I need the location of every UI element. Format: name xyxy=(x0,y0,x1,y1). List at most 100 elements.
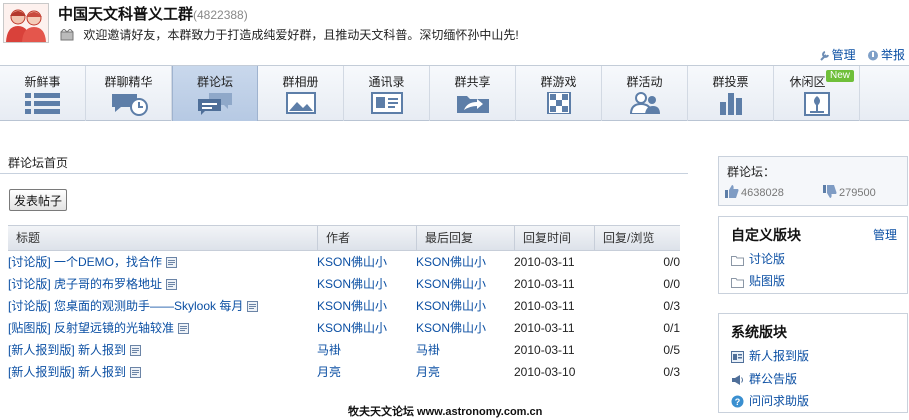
topic-reply-count: 0/3 xyxy=(663,299,680,313)
tab-game[interactable]: 群游戏 xyxy=(516,66,602,121)
like-count: 4638028 xyxy=(725,185,784,199)
forum-stats-box: 群论坛： 4638028 279500 xyxy=(718,156,908,206)
svg-text:?: ? xyxy=(735,397,741,407)
column-header-last-reply[interactable]: 最后回复 xyxy=(416,226,514,250)
tab-contacts[interactable]: 通讯录 xyxy=(344,66,430,121)
column-header-author[interactable]: 作者 xyxy=(317,226,416,250)
system-sections-title: 系统版块 xyxy=(731,324,787,340)
topic-doc-icon xyxy=(178,319,190,341)
tab-label: 群活动 xyxy=(626,75,663,89)
table-row: [新人报到版] 新人报到 月亮 月亮 2010-03-10 0/3 xyxy=(8,361,680,383)
system-section-help[interactable]: ? 问问求助版 xyxy=(731,392,809,409)
announcement: 欢迎邀请好友，本群致力于打造成纯爱好群，且推动天文科普。深切缅怀孙中山先! xyxy=(60,26,519,44)
column-header-reply-time[interactable]: 回复时间 xyxy=(514,226,594,250)
topic-reply-count: 0/5 xyxy=(663,343,680,357)
group-nav-tabs: 新鲜事 群聊精华 群论坛 群相册 通讯录 群共享 群游戏 群活动 群投票 休闲区… xyxy=(0,65,909,121)
tab-label: 新鲜事 xyxy=(24,75,61,89)
table-row: [新人报到版] 新人报到 马褂 马褂 2010-03-11 0/5 xyxy=(8,339,680,361)
topic-author-link[interactable]: 月亮 xyxy=(317,361,341,383)
manage-label: 管理 xyxy=(831,48,856,62)
report-link[interactable]: 举报 xyxy=(867,48,905,62)
manage-link[interactable]: 管理 xyxy=(819,48,859,62)
wrench-icon xyxy=(819,51,829,61)
thumbs-up-icon xyxy=(725,185,739,198)
new-post-button[interactable]: 发表帖子 xyxy=(9,189,68,211)
group-id: (4822388) xyxy=(193,8,248,22)
topic-title-link[interactable]: [讨论版] 一个DEMO，找合作 xyxy=(8,251,178,275)
group-avatar[interactable] xyxy=(3,3,49,43)
topic-reply-time: 2010-03-10 xyxy=(514,365,576,379)
topic-title-link[interactable]: [新人报到版] 新人报到 xyxy=(8,361,142,385)
announcement-text: 欢迎邀请好友，本群致力于打造成纯爱好群，且推动天文科普。深切缅怀孙中山先! xyxy=(83,28,519,42)
topic-title-link[interactable]: [讨论版] 您桌面的观测助手——Skylook 每月 xyxy=(8,295,259,319)
topic-title-link[interactable]: [贴图版] 反射望远镜的光轴较准 xyxy=(8,317,190,341)
activity-icon xyxy=(629,92,660,114)
topic-last-reply-link[interactable]: KSON佛山小 xyxy=(416,273,486,295)
group-header: 中国天文科普义工群(4822388) 欢迎邀请好友，本群致力于打造成纯爱好群，且… xyxy=(0,0,909,64)
topic-reply-count: 0/3 xyxy=(663,365,680,379)
topic-title-link[interactable]: [讨论版] 虎子哥的布罗格地址 xyxy=(8,273,178,297)
topic-author-link[interactable]: KSON佛山小 xyxy=(317,295,387,317)
topic-last-reply-link[interactable]: KSON佛山小 xyxy=(416,317,486,339)
vote-icon xyxy=(719,93,742,115)
report-icon xyxy=(867,50,878,61)
announcement-board-icon xyxy=(732,375,743,385)
topic-doc-icon xyxy=(166,275,178,297)
tab-label: 通讯录 xyxy=(368,75,405,89)
folder-icon xyxy=(731,278,744,288)
topic-author-link[interactable]: KSON佛山小 xyxy=(317,273,387,295)
announcement-icon xyxy=(60,28,74,44)
topic-author-link[interactable]: KSON佛山小 xyxy=(317,251,387,273)
tab-share[interactable]: 群共享 xyxy=(430,66,516,121)
topic-last-reply-link[interactable]: 月亮 xyxy=(416,361,440,383)
system-section-announcement[interactable]: 群公告版 xyxy=(731,370,797,387)
contacts-icon xyxy=(370,92,403,114)
tab-chat-highlight[interactable]: 群聊精华 xyxy=(86,66,172,121)
column-header-count[interactable]: 回复/浏览 xyxy=(594,226,680,250)
topic-reply-count: 0/0 xyxy=(663,255,680,269)
share-folder-icon xyxy=(456,96,489,113)
custom-section-discussion[interactable]: 讨论版 xyxy=(731,250,785,267)
new-badge: New xyxy=(825,70,854,82)
leisure-icon xyxy=(803,92,830,116)
newcomer-board-icon xyxy=(731,351,744,363)
tab-activity[interactable]: 群活动 xyxy=(602,66,688,121)
topic-reply-count: 0/0 xyxy=(663,277,680,291)
topic-doc-icon xyxy=(166,253,178,275)
report-label: 举报 xyxy=(880,48,905,62)
tab-forum[interactable]: 群论坛 xyxy=(172,66,258,121)
topic-last-reply-link[interactable]: 马褂 xyxy=(416,339,440,361)
system-section-newcomer[interactable]: 新人报到版 xyxy=(731,347,809,364)
tab-label: 群相册 xyxy=(282,75,319,89)
dislike-count: 279500 xyxy=(823,185,876,199)
topic-last-reply-link[interactable]: KSON佛山小 xyxy=(416,251,486,273)
folder-icon xyxy=(731,256,744,266)
custom-sections-manage-link[interactable]: 管理 xyxy=(873,226,897,243)
topic-reply-count: 0/1 xyxy=(663,321,680,335)
column-header-title[interactable]: 标题 xyxy=(16,226,40,250)
topic-last-reply-link[interactable]: KSON佛山小 xyxy=(416,295,486,317)
tab-label: 群聊精华 xyxy=(104,75,153,89)
news-feed-icon xyxy=(24,93,60,114)
topic-reply-time: 2010-03-11 xyxy=(514,321,575,335)
tab-photo-album[interactable]: 群相册 xyxy=(258,66,344,121)
admin-links: 管理 举报 xyxy=(811,46,905,63)
topic-doc-icon xyxy=(247,297,259,319)
table-header: 标题 作者 最后回复 回复时间 回复/浏览 xyxy=(8,225,680,251)
table-row: [讨论版] 虎子哥的布罗格地址 KSON佛山小 KSON佛山小 2010-03-… xyxy=(8,273,680,295)
thumbs-down-icon xyxy=(823,185,837,198)
group-name: 中国天文科普义工群 xyxy=(58,6,194,23)
topic-reply-time: 2010-03-11 xyxy=(514,277,575,291)
topic-doc-icon xyxy=(130,341,142,363)
topic-author-link[interactable]: 马褂 xyxy=(317,339,341,361)
tab-leisure[interactable]: 休闲区 New xyxy=(774,66,860,121)
tab-news-feed[interactable]: 新鲜事 xyxy=(0,66,86,121)
site-watermark: 牧夫天文论坛 www.astronomy.com.cn xyxy=(348,406,543,418)
system-sections-box: 系统版块 新人报到版 群公告版 ? 问问求助版 xyxy=(718,313,908,413)
custom-section-image[interactable]: 贴图版 xyxy=(731,272,785,289)
custom-sections-title: 自定义版块 xyxy=(731,227,801,243)
custom-sections-box: 自定义版块 管理 讨论版 贴图版 xyxy=(718,216,908,294)
photo-album-icon xyxy=(285,92,316,114)
topic-author-link[interactable]: KSON佛山小 xyxy=(317,317,387,339)
topic-title-link[interactable]: [新人报到版] 新人报到 xyxy=(8,339,142,363)
